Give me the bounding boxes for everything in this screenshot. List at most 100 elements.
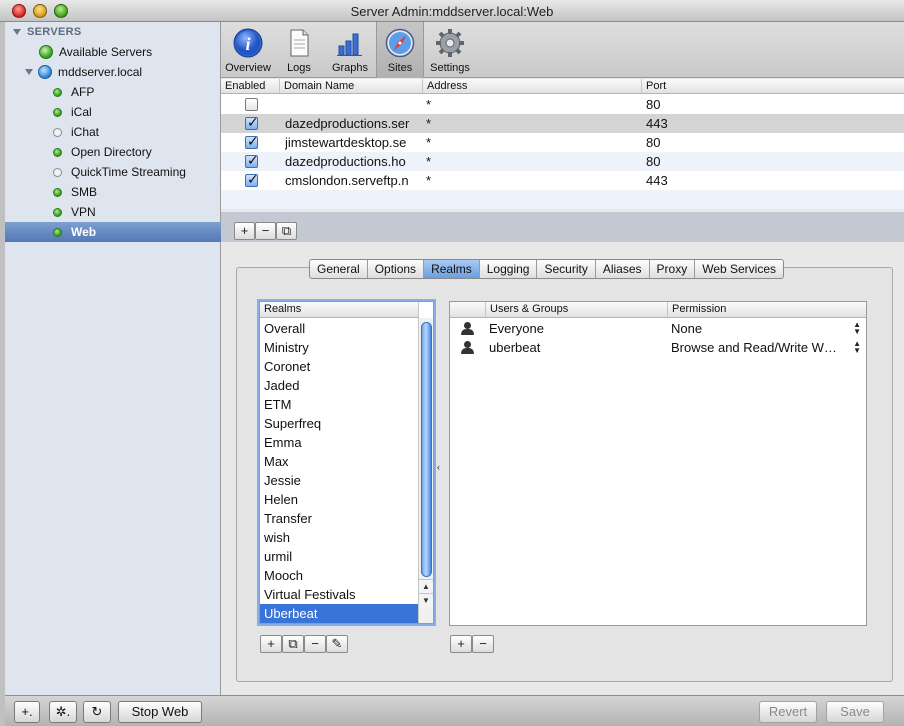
list-item[interactable]: Jaded [260, 376, 418, 395]
add-site-button[interactable]: + [234, 222, 255, 240]
list-item[interactable]: Superfreq [260, 414, 418, 433]
bar-graph-icon [337, 33, 362, 56]
remove-user-button[interactable]: − [472, 635, 494, 653]
split-view-divider-handle[interactable]: ‹ [437, 462, 441, 472]
action-menu-button[interactable]: ✲. [49, 701, 77, 723]
list-item[interactable]: Overall [260, 319, 418, 338]
column-header-permission[interactable]: Permission [668, 302, 866, 318]
table-row[interactable]: * 80 [221, 95, 904, 114]
list-item[interactable]: Transfer [260, 509, 418, 528]
popup-arrows-icon[interactable]: ▲ ▼ [853, 321, 861, 336]
list-item[interactable]: Virtual Festivals [260, 585, 418, 604]
enabled-checkbox[interactable] [245, 98, 258, 111]
remove-realm-button[interactable]: − [304, 635, 326, 653]
users-groups-list[interactable]: Users & Groups Permission Everyone None … [449, 301, 867, 626]
tab-general[interactable]: General [310, 260, 368, 278]
enabled-checkbox[interactable] [245, 133, 259, 150]
disclosure-triangle-icon[interactable] [25, 69, 33, 75]
servers-group-header[interactable]: SERVERS [5, 22, 221, 42]
list-item[interactable]: urmil [260, 547, 418, 566]
column-header-address[interactable]: Address [423, 79, 642, 94]
toolbar-logs-button[interactable]: Logs [277, 22, 321, 78]
refresh-button[interactable]: ↻ [83, 701, 111, 723]
disclosure-triangle-icon[interactable] [13, 29, 21, 35]
column-header-port[interactable]: Port [642, 79, 904, 94]
domain-cell: jimstewartdesktop.se [285, 135, 407, 150]
duplicate-realm-button[interactable]: ⧉ [282, 635, 304, 653]
toolbar-settings-button[interactable]: Settings [426, 22, 474, 78]
sidebar-item-ichat[interactable]: iChat [5, 122, 221, 142]
table-row[interactable]: dazedproductions.ser * 443 [221, 114, 904, 133]
realms-list[interactable]: Realms Overall Ministry Coronet Jaded ET… [259, 301, 434, 624]
add-server-menu-button[interactable]: +. [14, 701, 40, 723]
user-name-cell: uberbeat [489, 340, 541, 355]
enabled-checkbox[interactable] [245, 152, 259, 169]
list-item[interactable]: Max [260, 452, 418, 471]
list-item-selected[interactable]: Uberbeat [260, 604, 418, 623]
column-header-users-groups[interactable]: Users & Groups [486, 302, 668, 318]
sidebar-item-ical[interactable]: iCal [5, 102, 221, 122]
tab-security[interactable]: Security [537, 260, 596, 278]
list-item[interactable]: wish [260, 528, 418, 547]
gear-icon [436, 29, 464, 57]
sites-actions-bar: + − ⧉ [221, 212, 904, 242]
list-item[interactable]: Ministry [260, 338, 418, 357]
sidebar-item-label: SMB [71, 185, 98, 199]
sidebar-item-label: AFP [71, 85, 95, 99]
servers-header-label: SERVERS [27, 26, 82, 38]
permission-popup[interactable]: Browse and Read/Write W… [671, 338, 837, 357]
sidebar-item-smb[interactable]: SMB [5, 182, 221, 202]
permission-popup[interactable]: None [671, 319, 702, 338]
realms-column-header[interactable]: Realms [260, 302, 419, 318]
table-row[interactable]: cmslondon.serveftp.n * 443 [221, 171, 904, 190]
tab-aliases[interactable]: Aliases [596, 260, 650, 278]
save-button[interactable]: Save [826, 701, 884, 723]
duplicate-site-button[interactable]: ⧉ [276, 222, 297, 240]
compass-icon [385, 28, 415, 58]
table-row[interactable]: dazedproductions.ho * 80 [221, 152, 904, 171]
scroll-down-arrow-icon[interactable]: ▼ [418, 593, 433, 607]
table-row[interactable]: Everyone None ▲ ▼ [450, 319, 865, 338]
popup-arrows-icon[interactable]: ▲ ▼ [853, 340, 861, 355]
sidebar-item-quicktime-streaming[interactable]: QuickTime Streaming [5, 162, 221, 182]
table-row[interactable]: jimstewartdesktop.se * 80 [221, 133, 904, 152]
toolbar-graphs-button[interactable]: Graphs [325, 22, 375, 78]
remove-site-button[interactable]: − [255, 222, 276, 240]
address-cell: * [426, 116, 432, 131]
list-item[interactable]: Mooch [260, 566, 418, 585]
stop-web-button[interactable]: Stop Web [118, 701, 202, 723]
scroll-up-arrow-icon[interactable]: ▲ [418, 579, 433, 593]
realms-scrollbar[interactable] [418, 318, 433, 623]
list-item[interactable]: Jessie [260, 471, 418, 490]
toolbar-overview-button[interactable]: i Overview [223, 22, 273, 78]
column-header-domain-name[interactable]: Domain Name [280, 79, 423, 94]
enabled-checkbox[interactable] [245, 114, 259, 131]
sidebar-item-open-directory[interactable]: Open Directory [5, 142, 221, 162]
tab-proxy[interactable]: Proxy [650, 260, 696, 278]
sidebar-item-label: mddserver.local [58, 65, 143, 79]
sidebar-item-vpn[interactable]: VPN [5, 202, 221, 222]
toolbar-sites-button[interactable]: Sites [376, 22, 424, 78]
list-item[interactable]: Helen [260, 490, 418, 509]
add-realm-button[interactable]: + [260, 635, 282, 653]
user-icon [460, 341, 474, 355]
list-item[interactable]: Coronet [260, 357, 418, 376]
list-item[interactable]: Emma [260, 433, 418, 452]
tab-options[interactable]: Options [368, 260, 425, 278]
list-item[interactable]: ETM [260, 395, 418, 414]
tab-logging[interactable]: Logging [480, 260, 538, 278]
enabled-checkbox[interactable] [245, 171, 259, 188]
column-header-enabled[interactable]: Enabled [221, 79, 280, 94]
add-user-button[interactable]: + [450, 635, 472, 653]
sidebar-item-web[interactable]: Web [5, 222, 221, 242]
tab-realms[interactable]: Realms [424, 260, 480, 278]
edit-realm-button[interactable]: ✎ [326, 635, 348, 653]
sidebar-item-afp[interactable]: AFP [5, 82, 221, 102]
revert-button[interactable]: Revert [759, 701, 817, 723]
user-name-cell: Everyone [489, 321, 544, 336]
sidebar-item-mddserver[interactable]: mddserver.local [5, 62, 221, 82]
sidebar-item-available-servers[interactable]: Available Servers [5, 42, 221, 62]
scrollbar-thumb[interactable] [421, 322, 432, 577]
tab-web-services[interactable]: Web Services [695, 260, 783, 278]
table-row[interactable]: uberbeat Browse and Read/Write W… ▲ ▼ [450, 338, 865, 357]
